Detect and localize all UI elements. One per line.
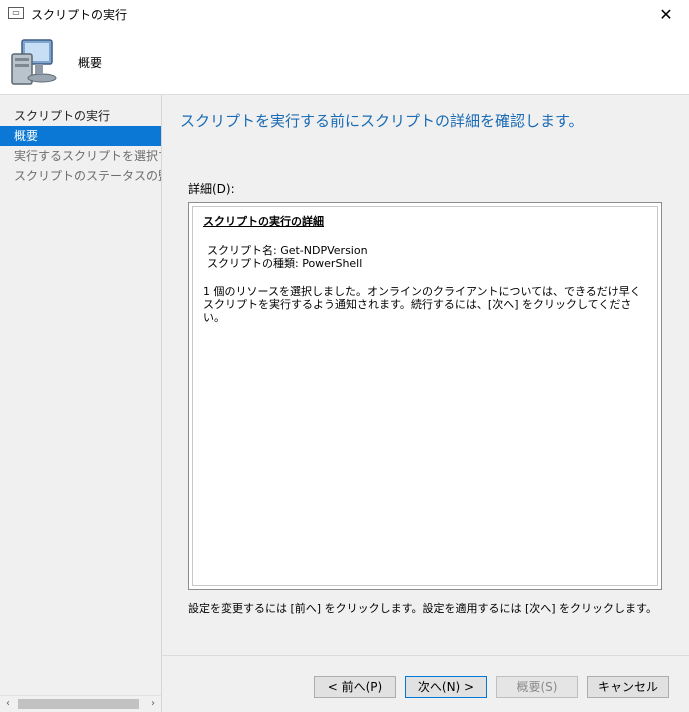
computer-icon bbox=[11, 39, 57, 85]
sidebar-item-select-script[interactable]: 実行するスクリプトを選択する bbox=[0, 146, 161, 166]
sidebar-item-run-script[interactable]: スクリプトの実行 bbox=[0, 106, 161, 126]
wizard-sidebar: スクリプトの実行 概要 実行するスクリプトを選択する スクリプトのステータスの監… bbox=[0, 95, 162, 712]
wizard-header: 概要 bbox=[0, 30, 689, 95]
wizard-content: スクリプトを実行する前にスクリプトの詳細を確認します。 詳細(D): スクリプト… bbox=[162, 95, 689, 712]
script-type-text: スクリプトの種類: PowerShell bbox=[207, 257, 363, 270]
sidebar-horizontal-scrollbar[interactable]: ‹ › bbox=[0, 695, 161, 712]
footer-divider bbox=[162, 655, 689, 656]
close-button[interactable]: ✕ bbox=[643, 0, 689, 30]
details-section-title: スクリプトの実行の詳細 bbox=[203, 215, 324, 228]
prev-button[interactable]: < 前へ(P) bbox=[314, 676, 396, 698]
scroll-right-icon[interactable]: › bbox=[145, 696, 161, 712]
script-name-text: スクリプト名: Get-NDPVersion bbox=[207, 244, 368, 257]
page-title: 概要 bbox=[78, 56, 103, 70]
title-bar: ▭ スクリプトの実行 ✕ bbox=[0, 0, 689, 30]
close-icon: ✕ bbox=[659, 5, 673, 24]
scroll-left-icon[interactable]: ‹ bbox=[0, 696, 16, 712]
scrollbar-thumb[interactable] bbox=[18, 699, 139, 709]
details-message: 1 個のリソースを選択しました。オンラインのクライアントについては、できるだけ早… bbox=[203, 285, 641, 324]
sidebar-item-monitor-status[interactable]: スクリプトのステータスの監視 bbox=[0, 166, 161, 186]
details-label: 詳細(D): bbox=[188, 182, 235, 196]
window-title: スクリプトの実行 bbox=[31, 8, 128, 22]
step-heading: スクリプトを実行する前にスクリプトの詳細を確認します。 bbox=[180, 112, 584, 130]
sidebar-item-summary[interactable]: 概要 bbox=[0, 126, 161, 146]
details-content: スクリプトの実行の詳細 スクリプト名: Get-NDPVersion スクリプト… bbox=[192, 206, 658, 586]
details-textbox[interactable]: スクリプトの実行の詳細 スクリプト名: Get-NDPVersion スクリプト… bbox=[188, 202, 662, 590]
summary-button[interactable]: 概要(S) bbox=[496, 676, 578, 698]
next-button[interactable]: 次へ(N) > bbox=[405, 676, 487, 698]
app-window-icon: ▭ bbox=[8, 7, 24, 19]
cancel-button[interactable]: キャンセル bbox=[587, 676, 669, 698]
navigation-hint: 設定を変更するには [前へ] をクリックします。設定を適用するには [次へ] を… bbox=[188, 602, 657, 615]
